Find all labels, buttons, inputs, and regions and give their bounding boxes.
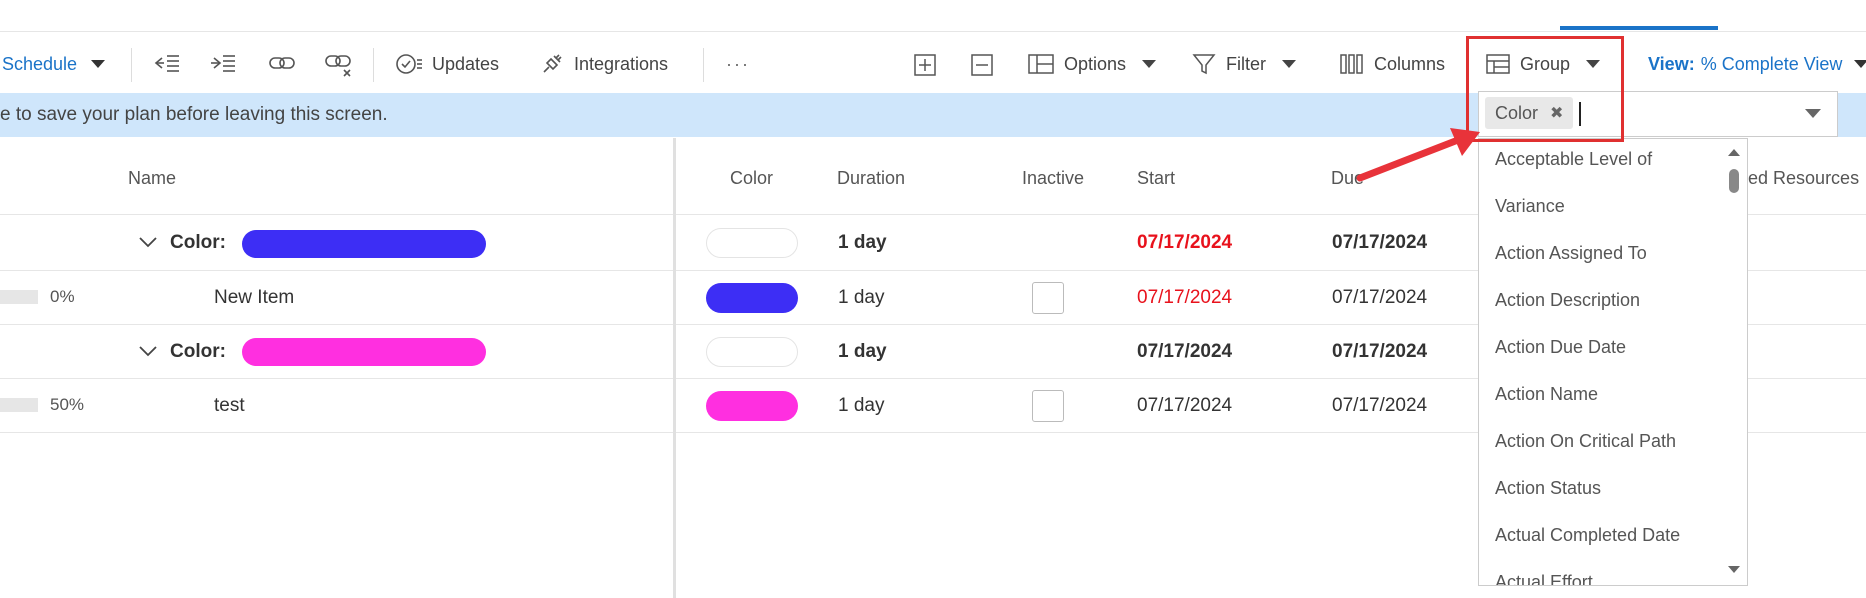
active-tab-indicator — [1560, 26, 1718, 30]
group-option[interactable]: Acceptable Level of — [1495, 149, 1652, 170]
start-cell[interactable]: 07/17/2024 — [1137, 341, 1232, 363]
indent-button[interactable] — [210, 52, 236, 74]
toolbar-separator — [131, 48, 132, 82]
color-swatch[interactable] — [706, 283, 798, 313]
due-cell[interactable]: 07/17/2024 — [1332, 395, 1427, 417]
minus-square-icon — [971, 54, 993, 76]
options-menu[interactable]: Options — [1028, 48, 1157, 80]
view-value: % Complete View — [1700, 53, 1843, 74]
progress-percent: 50% — [50, 395, 85, 414]
top-divider — [0, 31, 1866, 32]
duration-cell[interactable]: 1 day — [838, 341, 887, 363]
integrations-button[interactable]: Integrations — [540, 48, 668, 80]
inactive-checkbox[interactable] — [1032, 282, 1064, 314]
inactive-checkbox[interactable] — [1032, 390, 1064, 422]
view-prefix: View: — [1648, 53, 1695, 74]
toolbar-separator — [703, 48, 704, 82]
color-cell[interactable] — [706, 337, 798, 367]
updates-button[interactable]: Updates — [396, 48, 499, 80]
columns-label: Columns — [1374, 53, 1446, 74]
progress-bar — [0, 290, 38, 304]
duration-cell[interactable]: 1 day — [838, 287, 884, 309]
outdent-button[interactable] — [154, 52, 180, 74]
link-button[interactable] — [268, 52, 296, 74]
start-cell[interactable]: 07/17/2024 — [1137, 395, 1232, 417]
chevron-down-icon — [1854, 60, 1866, 68]
color-swatch — [242, 230, 486, 258]
due-cell[interactable]: 07/17/2024 — [1332, 232, 1427, 254]
group-option[interactable]: Action Status — [1495, 478, 1601, 499]
expand-all-button[interactable] — [914, 54, 936, 76]
column-header-assigned-resources[interactable]: ned Resources — [1738, 168, 1859, 189]
scrollbar-thumb[interactable] — [1729, 169, 1739, 193]
duration-cell[interactable]: 1 day — [838, 232, 887, 254]
start-cell[interactable]: 07/17/2024 — [1137, 287, 1232, 309]
chevron-down-icon[interactable] — [138, 344, 158, 358]
annotation-arrow — [1356, 128, 1480, 182]
options-label: Options — [1064, 53, 1127, 74]
group-option[interactable]: Action Name — [1495, 384, 1598, 405]
filter-menu[interactable]: Filter — [1192, 48, 1296, 80]
chevron-down-icon — [1282, 60, 1296, 68]
group-options-list[interactable]: Acceptable Level of Variance Action Assign… — [1478, 138, 1748, 586]
group-option[interactable]: Action On Critical Path — [1495, 431, 1676, 452]
group-option[interactable]: Actual Effort — [1495, 572, 1593, 585]
group-option[interactable]: Actual Completed Date — [1495, 525, 1680, 546]
plug-icon — [543, 54, 562, 73]
chevron-down-icon[interactable] — [138, 235, 158, 249]
schedule-label: Schedule — [2, 53, 78, 74]
column-header-duration[interactable]: Duration — [837, 168, 905, 189]
item-name[interactable]: test — [214, 395, 245, 417]
color-swatch[interactable] — [706, 391, 798, 421]
columns-icon — [1340, 54, 1363, 74]
color-swatch — [242, 338, 486, 366]
group-option[interactable]: Action Description — [1495, 290, 1640, 311]
plus-square-icon — [914, 54, 936, 76]
options-icon — [1028, 54, 1054, 74]
banner-text: e to save your plan before leaving this … — [0, 104, 388, 125]
scroll-up-icon[interactable] — [1727, 147, 1741, 157]
updates-label: Updates — [432, 53, 500, 74]
filter-icon — [1192, 54, 1216, 75]
unlink-button[interactable] — [324, 52, 354, 78]
item-name[interactable]: New Item — [214, 287, 294, 309]
column-header-inactive[interactable]: Inactive — [1022, 168, 1084, 189]
view-selector[interactable]: View: % Complete View — [1648, 48, 1866, 80]
column-header-start[interactable]: Start — [1137, 168, 1175, 189]
chevron-down-icon — [1142, 60, 1157, 68]
toolbar-separator — [373, 48, 374, 82]
group-label: Color: — [170, 232, 226, 253]
more-icon: ··· — [726, 53, 750, 74]
column-header-color[interactable]: Color — [730, 168, 773, 189]
more-button[interactable]: ··· — [726, 48, 750, 80]
filter-label: Filter — [1226, 53, 1266, 74]
progress-bar — [0, 398, 38, 412]
group-option[interactable]: Action Due Date — [1495, 337, 1626, 358]
unlink-icon — [325, 55, 351, 77]
group-option: Variance — [1495, 196, 1565, 216]
chevron-down-icon — [91, 60, 106, 68]
due-cell[interactable]: 07/17/2024 — [1332, 341, 1427, 363]
progress-percent: 0% — [50, 287, 75, 306]
schedule-menu[interactable]: Schedule — [2, 48, 106, 80]
duration-cell[interactable]: 1 day — [838, 395, 884, 417]
start-cell[interactable]: 07/17/2024 — [1137, 232, 1232, 254]
scroll-down-icon[interactable] — [1727, 565, 1741, 575]
chevron-down-icon[interactable] — [1805, 109, 1821, 119]
columns-button[interactable]: Columns — [1340, 48, 1445, 80]
group-option[interactable]: Action Assigned To — [1495, 243, 1647, 264]
group-label: Color: — [170, 341, 226, 362]
due-cell[interactable]: 07/17/2024 — [1332, 287, 1427, 309]
outdent-icon — [154, 55, 179, 72]
updates-icon — [396, 54, 422, 74]
column-header-name[interactable]: Name — [128, 168, 176, 189]
link-icon — [269, 57, 295, 69]
indent-icon — [211, 55, 235, 72]
collapse-all-button[interactable] — [971, 54, 993, 76]
color-cell[interactable] — [706, 228, 798, 258]
integrations-label: Integrations — [574, 53, 669, 74]
